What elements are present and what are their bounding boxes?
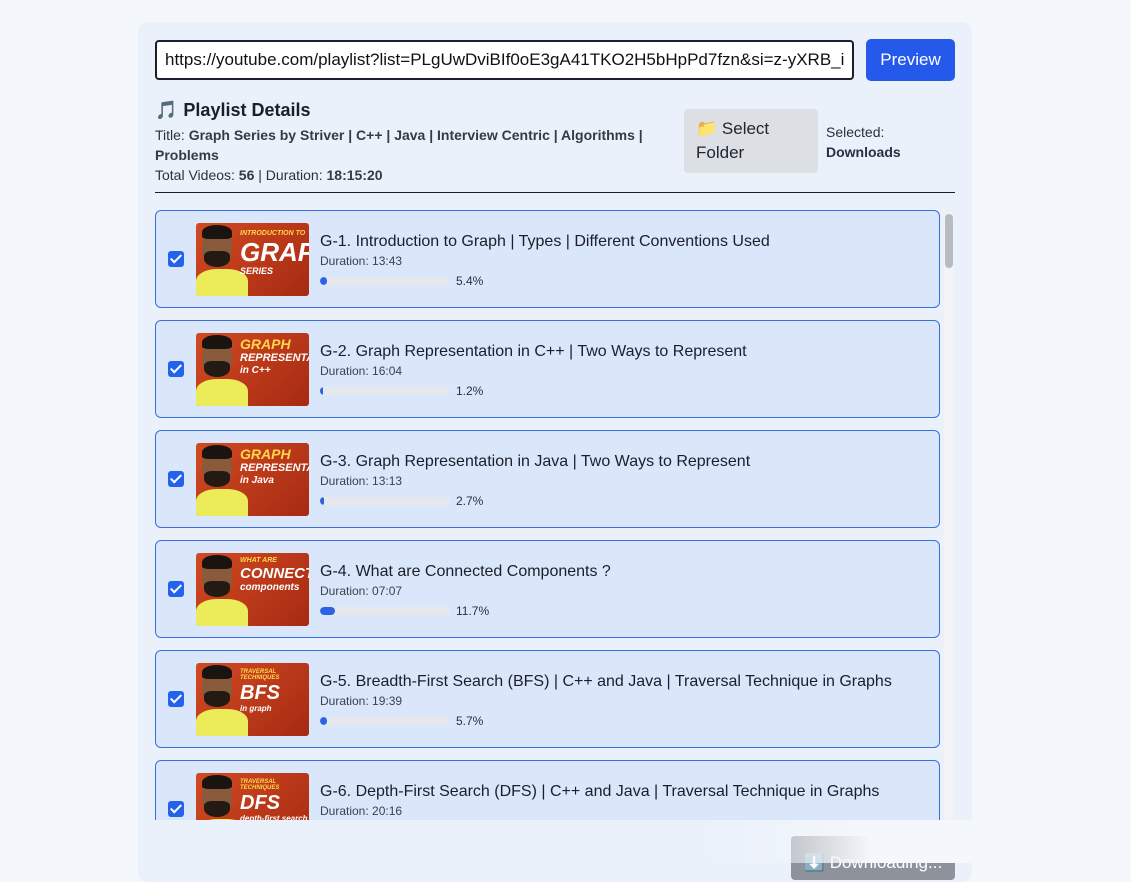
select-folder-button[interactable]: 📁 Select Folder — [684, 109, 818, 173]
video-duration: Duration: 07:07 — [320, 584, 403, 598]
divider — [155, 192, 955, 193]
video-duration: Duration: 13:13 — [320, 474, 403, 488]
playlist-details-heading-text: Playlist Details — [183, 100, 311, 120]
playlist-stats-line: Total Videos: 56 | Duration: 18:15:20 — [155, 165, 675, 185]
progress-bar — [320, 717, 450, 725]
selected-folder: Selected: Downloads — [826, 122, 901, 162]
video-title: G-2. Graph Representation in C++ | Two W… — [320, 343, 747, 360]
video-checkbox[interactable] — [168, 251, 184, 267]
progress-fill — [320, 717, 328, 725]
bottom-fade — [700, 820, 1131, 863]
preview-button[interactable]: Preview — [866, 39, 955, 81]
thumbnail-main-text: REPRESENTATION — [240, 462, 309, 474]
total-duration-value: 18:15:20 — [326, 167, 383, 183]
scrollbar-thumb[interactable] — [945, 214, 953, 268]
progress-fill — [320, 497, 324, 505]
downloader-card: Preview 🎵 Playlist Details Title: Graph … — [138, 22, 972, 882]
video-checkbox[interactable] — [168, 361, 184, 377]
progress-percent: 11.7% — [456, 604, 490, 618]
video-duration: Duration: 19:39 — [320, 694, 403, 708]
thumbnail-sub-text: in C++ — [240, 365, 271, 376]
thumbnail-top-text: WHAT ARE — [240, 557, 277, 564]
thumbnail-sub-text: components — [240, 582, 300, 593]
video-item[interactable]: GRAPHREPRESENTATIONin C++ G-2. Graph Repr… — [155, 320, 940, 418]
video-item[interactable]: WHAT ARECONNECTEDcomponents G-4. What are… — [155, 540, 940, 638]
progress-fill — [320, 277, 328, 285]
video-title: G-6. Depth-First Search (DFS) | C++ and … — [320, 783, 880, 800]
progress-percent: 2.7% — [456, 494, 484, 508]
progress-bar — [320, 387, 450, 395]
thumbnail-top-text: INTRODUCTION TO — [240, 230, 306, 237]
thumbnail-main-text: DFS — [240, 792, 280, 814]
thumbnail-main-text: REPRESENTATION — [240, 352, 309, 364]
video-duration: Duration: 13:43 — [320, 254, 403, 268]
video-item[interactable]: INTRODUCTION TOGRAPHSERIES G-1. Introduct… — [155, 210, 940, 308]
video-item[interactable]: TRAVERSAL TECHNIQUES BFS in graph G-5. Brea… — [155, 650, 940, 748]
video-checkbox[interactable] — [168, 581, 184, 597]
progress-percent: 1.2% — [456, 384, 484, 398]
thumbnail-main-text: GRAPH — [240, 237, 309, 267]
total-videos-label: Total Videos: — [155, 167, 235, 183]
thumbnail-sub-text: in graph — [240, 704, 272, 713]
progress-fill — [320, 387, 323, 395]
duration-label: | Duration: — [258, 167, 323, 183]
thumbnail-sub-text: SERIES — [240, 266, 274, 276]
progress-percent: 5.4% — [456, 274, 484, 288]
video-list[interactable]: INTRODUCTION TOGRAPHSERIESG-1. Introduct… — [155, 210, 955, 820]
selected-folder-label: Selected: — [826, 124, 885, 140]
thumbnail-main-text: BFS — [240, 682, 280, 704]
video-checkbox[interactable] — [168, 471, 184, 487]
thumbnail-main-text: CONNECTED — [240, 565, 309, 582]
progress-bar — [320, 277, 450, 285]
video-item[interactable]: TRAVERSAL TECHNIQUES DFS depth-first searc… — [155, 760, 940, 820]
thumbnail-top-text: TRAVERSAL TECHNIQUES — [240, 779, 280, 791]
progress-fill — [320, 607, 336, 615]
thumbnail-top-text: GRAPH — [240, 336, 291, 352]
progress-percent: 5.7% — [456, 714, 484, 728]
playlist-url-input[interactable] — [155, 40, 854, 80]
progress-bar — [320, 497, 450, 505]
playlist-title-value: Graph Series by Striver | C++ | Java | I… — [155, 127, 643, 163]
selected-folder-value: Downloads — [826, 144, 901, 160]
video-checkbox[interactable] — [168, 691, 184, 707]
playlist-title-line: Title: Graph Series by Striver | C++ | J… — [155, 125, 675, 165]
folder-icon: 📁 — [696, 119, 718, 138]
video-item[interactable]: GRAPHREPRESENTATIONin Java G-3. Graph Rep… — [155, 430, 940, 528]
video-checkbox[interactable] — [168, 801, 184, 817]
video-thumbnail: TRAVERSAL TECHNIQUES BFS in graph — [196, 663, 309, 736]
progress-bar — [320, 607, 450, 615]
video-thumbnail: WHAT ARECONNECTEDcomponents — [196, 553, 309, 626]
video-title: G-1. Introduction to Graph | Types | Dif… — [320, 233, 770, 250]
playlist-title-label: Title: — [155, 127, 185, 143]
thumbnail-top-text: GRAPH — [240, 446, 291, 462]
video-duration: Duration: 16:04 — [320, 364, 403, 378]
thumbnail-top-text: TRAVERSAL TECHNIQUES — [240, 669, 280, 681]
video-title: G-5. Breadth-First Search (BFS) | C++ an… — [320, 673, 892, 690]
playlist-details: 🎵 Playlist Details Title: Graph Series b… — [155, 100, 675, 185]
thumbnail-sub-text: in Java — [240, 475, 274, 486]
list-scrollbar[interactable] — [944, 212, 954, 820]
video-title: G-4. What are Connected Components ? — [320, 563, 611, 580]
video-title: G-3. Graph Representation in Java | Two … — [320, 453, 751, 470]
video-duration: Duration: 20:16 — [320, 804, 403, 818]
playlist-details-heading: 🎵 Playlist Details — [155, 100, 675, 121]
video-thumbnail: GRAPHREPRESENTATIONin Java — [196, 443, 309, 516]
video-thumbnail: GRAPHREPRESENTATIONin C++ — [196, 333, 309, 406]
video-thumbnail: INTRODUCTION TOGRAPHSERIES — [196, 223, 309, 296]
music-note-icon: 🎵 — [155, 100, 178, 120]
thumbnail-sub-text: depth-first search — [240, 814, 308, 821]
total-videos-value: 56 — [238, 167, 255, 183]
video-thumbnail: TRAVERSAL TECHNIQUES DFS depth-first searc… — [196, 773, 309, 820]
